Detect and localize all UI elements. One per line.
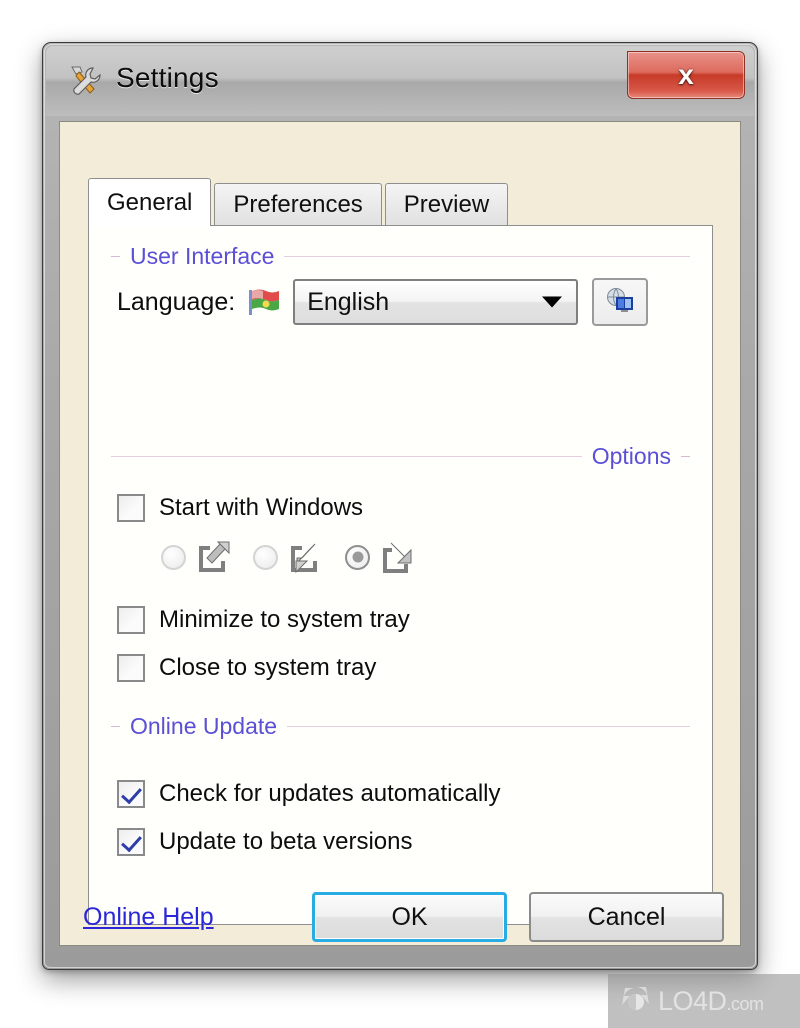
group-tick-left (111, 725, 120, 727)
watermark-text: LO4D.com (658, 986, 764, 1017)
group-rule (287, 725, 690, 727)
radio-button-2[interactable] (253, 544, 278, 570)
checkbox-row-close-to-tray[interactable]: Close to system tray (117, 654, 376, 682)
update-beta-versions-checkbox[interactable] (117, 828, 145, 856)
online-help-link[interactable]: Online Help (83, 903, 214, 932)
startup-mode-option-2[interactable] (253, 538, 323, 576)
watermark-suffix: .com (726, 993, 765, 1014)
language-dropdown[interactable]: English (293, 279, 579, 325)
cancel-button-label: Cancel (587, 902, 666, 931)
title-bar: Settings x (46, 46, 754, 116)
ok-button[interactable]: OK (312, 892, 507, 942)
minimize-to-tray-checkbox[interactable] (117, 606, 145, 634)
arrow-out-box-icon (193, 538, 231, 576)
tab-preview[interactable]: Preview (384, 183, 509, 225)
close-to-tray-label: Close to system tray (159, 654, 377, 681)
flag-icon (247, 287, 281, 317)
watermark-brand: LO4D (658, 985, 727, 1016)
cancel-button[interactable]: Cancel (529, 892, 724, 942)
screenshot-root: Settings x General Preferences Preview U… (0, 0, 800, 1028)
update-beta-versions-label: Update to beta versions (159, 828, 413, 855)
tab-panel-general: User Interface Language: English Options… (88, 225, 713, 925)
language-label: Language: (117, 287, 236, 316)
arrow-in-box-icon (285, 538, 323, 576)
wrench-hammer-icon (66, 63, 104, 101)
check-updates-automatically-label: Check for updates automatically (159, 780, 501, 807)
group-tick-right (681, 455, 690, 457)
group-header-options: Options (111, 442, 690, 469)
client-area: General Preferences Preview User Interfa… (59, 121, 741, 946)
checkbox-row-beta-versions[interactable]: Update to beta versions (117, 828, 413, 856)
close-to-tray-checkbox[interactable] (117, 654, 145, 682)
group-title-user-interface: User Interface (130, 242, 275, 269)
language-selected-value: English (307, 287, 390, 316)
group-rule (111, 455, 582, 457)
checkbox-row-start-with-windows[interactable]: Start with Windows (117, 494, 363, 522)
radio-button-1[interactable] (161, 544, 186, 570)
start-with-windows-checkbox[interactable] (117, 494, 145, 522)
ok-button-label: OK (391, 902, 428, 931)
radio-button-3[interactable] (345, 544, 370, 570)
close-icon: x (678, 59, 694, 90)
window-title: Settings (116, 62, 219, 93)
startup-mode-option-3[interactable] (345, 538, 415, 576)
tab-preferences-label: Preferences (233, 190, 363, 218)
minimize-to-tray-label: Minimize to system tray (159, 606, 410, 633)
checkbox-row-minimize-to-tray[interactable]: Minimize to system tray (117, 606, 410, 634)
tab-preferences[interactable]: Preferences (214, 183, 382, 225)
group-title-online-update: Online Update (130, 712, 278, 739)
startup-mode-option-1[interactable] (161, 538, 231, 576)
settings-window: Settings x General Preferences Preview U… (42, 42, 758, 970)
close-button[interactable]: x (627, 51, 745, 99)
chevron-down-icon (542, 296, 563, 308)
checkbox-row-check-updates[interactable]: Check for updates automatically (117, 780, 501, 808)
tab-preview-label: Preview (403, 190, 490, 218)
watermark: LO4D.com (608, 974, 800, 1028)
refresh-circle-icon (618, 982, 654, 1021)
group-rule (284, 255, 690, 257)
group-header-online-update: Online Update (111, 712, 690, 739)
check-updates-automatically-checkbox[interactable] (117, 780, 145, 808)
download-languages-button[interactable] (592, 278, 649, 326)
group-header-user-interface: User Interface (111, 242, 690, 269)
tab-general[interactable]: General (88, 178, 212, 226)
start-with-windows-label: Start with Windows (159, 494, 364, 521)
arrow-down-right-box-icon (377, 538, 415, 576)
tab-general-label: General (107, 188, 193, 216)
startup-mode-radio-group (161, 538, 415, 576)
language-row: Language: English (117, 278, 649, 326)
tab-strip: General Preferences Preview (88, 178, 511, 226)
group-tick-left (111, 255, 120, 257)
group-title-options: Options (591, 442, 671, 469)
globe-monitor-icon (603, 285, 637, 320)
dialog-footer: Online Help OK Cancel (59, 879, 741, 955)
